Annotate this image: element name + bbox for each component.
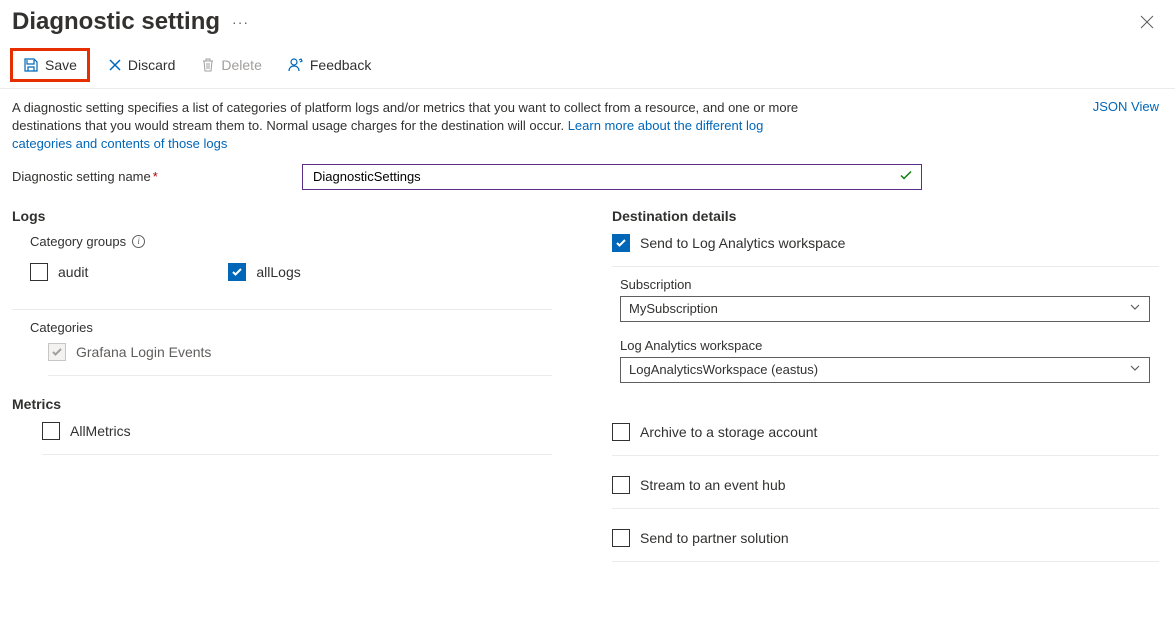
subscription-value: MySubscription [629, 301, 718, 316]
divider [42, 454, 552, 455]
stream-checkbox[interactable] [612, 476, 630, 494]
divider [612, 561, 1159, 562]
category-groups-label: Category groups i [12, 234, 572, 249]
feedback-icon [288, 57, 304, 73]
close-icon [1140, 15, 1154, 29]
discard-label: Discard [128, 57, 175, 73]
delete-icon [201, 57, 215, 73]
page-title: Diagnostic setting [12, 8, 220, 36]
feedback-label: Feedback [310, 57, 371, 73]
audit-label: audit [58, 264, 88, 280]
toolbar: Save Discard Delete Feedback [0, 44, 1175, 89]
save-icon [23, 57, 39, 73]
info-icon[interactable]: i [132, 235, 145, 248]
archive-checkbox[interactable] [612, 423, 630, 441]
name-input[interactable] [311, 168, 893, 185]
more-icon[interactable]: ··· [232, 14, 249, 30]
destination-title: Destination details [612, 208, 1159, 224]
chevron-down-icon [1129, 301, 1141, 316]
alllogs-checkbox[interactable] [228, 263, 246, 281]
chevron-down-icon [1129, 362, 1141, 377]
logs-title: Logs [12, 208, 572, 224]
divider [612, 266, 1159, 267]
category-groups-text: Category groups [30, 234, 126, 249]
discard-button[interactable]: Discard [100, 53, 183, 77]
divider [48, 375, 552, 376]
audit-row: audit [30, 263, 88, 281]
save-label: Save [45, 57, 77, 73]
close-button[interactable] [1135, 10, 1159, 34]
categories-label: Categories [12, 320, 572, 335]
json-view-link[interactable]: JSON View [1093, 99, 1159, 114]
partner-label: Send to partner solution [640, 530, 789, 546]
stream-label: Stream to an event hub [640, 477, 786, 493]
name-label-text: Diagnostic setting name [12, 169, 151, 184]
allmetrics-label: AllMetrics [70, 423, 131, 439]
allmetrics-checkbox[interactable] [42, 422, 60, 440]
delete-label: Delete [221, 57, 261, 73]
send-la-checkbox[interactable] [612, 234, 630, 252]
workspace-select[interactable]: LogAnalyticsWorkspace (eastus) [620, 357, 1150, 383]
divider [612, 508, 1159, 509]
save-button[interactable]: Save [15, 53, 85, 77]
description-text: A diagnostic setting specifies a list of… [12, 99, 812, 154]
required-asterisk: * [153, 169, 158, 184]
feedback-button[interactable]: Feedback [280, 53, 379, 77]
metrics-title: Metrics [12, 396, 572, 412]
discard-icon [108, 58, 122, 72]
save-highlight: Save [10, 48, 90, 82]
alllogs-label: allLogs [256, 264, 300, 280]
audit-checkbox[interactable] [30, 263, 48, 281]
grafana-label: Grafana Login Events [76, 344, 211, 360]
send-la-label: Send to Log Analytics workspace [640, 235, 845, 251]
archive-label: Archive to a storage account [640, 424, 817, 440]
name-input-wrap [302, 164, 922, 190]
alllogs-row: allLogs [228, 263, 300, 281]
workspace-value: LogAnalyticsWorkspace (eastus) [629, 362, 818, 377]
delete-button[interactable]: Delete [193, 53, 269, 77]
valid-check-icon [899, 168, 913, 185]
divider [12, 309, 552, 310]
workspace-label: Log Analytics workspace [620, 338, 1159, 353]
divider [612, 455, 1159, 456]
grafana-checkbox[interactable] [48, 343, 66, 361]
partner-checkbox[interactable] [612, 529, 630, 547]
subscription-label: Subscription [620, 277, 1159, 292]
subscription-select[interactable]: MySubscription [620, 296, 1150, 322]
name-label: Diagnostic setting name* [12, 169, 282, 184]
